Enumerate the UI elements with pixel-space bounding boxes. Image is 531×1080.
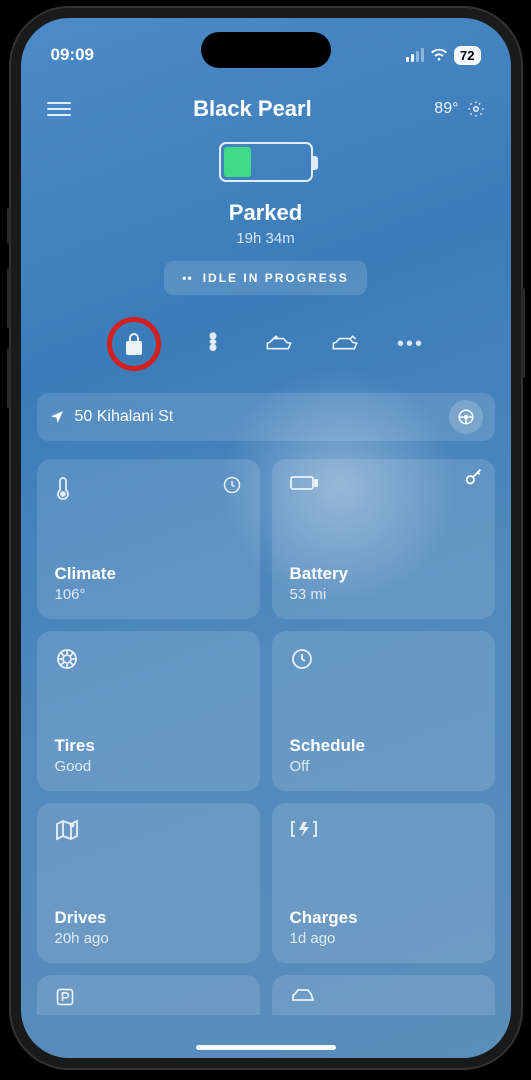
card-value: 53 mi <box>290 586 477 603</box>
tires-card[interactable]: Tires Good <box>37 631 260 791</box>
charges-card[interactable]: Charges 1d ago <box>272 803 495 963</box>
card-label: Battery <box>290 564 477 584</box>
card-label: Schedule <box>290 736 477 756</box>
signal-icon <box>406 48 424 62</box>
home-indicator[interactable] <box>196 1045 336 1050</box>
card-grid: Climate 106° Battery 53 mi <box>21 441 511 1015</box>
thermometer-icon <box>55 475 71 501</box>
battery-icon <box>290 475 318 491</box>
temp-gear[interactable]: 89° <box>434 100 484 118</box>
phone-side-button <box>7 268 11 328</box>
card-value: 106° <box>55 586 242 603</box>
more-icon[interactable]: ••• <box>397 330 425 358</box>
map-icon <box>55 819 79 841</box>
menu-icon[interactable] <box>47 98 71 120</box>
battery-fill <box>224 147 251 177</box>
schedule-card[interactable]: Schedule Off <box>272 631 495 791</box>
steering-wheel-button[interactable] <box>449 400 483 434</box>
lock-icon[interactable] <box>120 330 148 358</box>
car-title: Black Pearl <box>71 96 435 122</box>
ellipsis-icon: •• <box>182 271 192 285</box>
tire-icon <box>55 647 79 671</box>
card-value: 20h ago <box>55 930 242 947</box>
phone-side-button <box>7 208 11 244</box>
card-value: Good <box>55 758 242 775</box>
address-row[interactable]: 50 Kihalani St <box>37 393 495 441</box>
outside-temp: 89° <box>434 100 458 118</box>
idle-label: IDLE IN PROGRESS <box>203 271 349 285</box>
idle-chip[interactable]: •• IDLE IN PROGRESS <box>164 261 366 295</box>
quick-actions: ••• <box>21 317 511 371</box>
highlight-circle <box>107 317 161 371</box>
card-label: Drives <box>55 908 242 928</box>
car-state-duration: 19h 34m <box>21 230 511 247</box>
frunk-icon[interactable] <box>265 330 293 358</box>
card-label: Climate <box>55 564 242 584</box>
card-peek[interactable] <box>272 975 495 1015</box>
screen: 09:09 72 Black Pearl 89° <box>21 18 511 1058</box>
car-state: Parked <box>21 200 511 226</box>
fan-icon[interactable] <box>199 330 227 358</box>
trunk-icon[interactable] <box>331 330 359 358</box>
card-value: Off <box>290 758 477 775</box>
charge-icon <box>290 819 318 839</box>
address-text: 50 Kihalani St <box>75 408 439 426</box>
clock-icon <box>290 647 314 671</box>
battery-graphic <box>219 142 313 182</box>
status-right: 72 <box>406 46 480 65</box>
parking-icon <box>55 987 242 1007</box>
climate-card[interactable]: Climate 106° <box>37 459 260 619</box>
phone-side-button <box>521 288 525 378</box>
gear-icon <box>467 100 485 118</box>
battery-pill: 72 <box>454 46 480 65</box>
battery-card[interactable]: Battery 53 mi <box>272 459 495 619</box>
clock-icon <box>222 475 242 501</box>
card-label: Tires <box>55 736 242 756</box>
card-value: 1d ago <box>290 930 477 947</box>
phone-side-button <box>7 348 11 408</box>
card-label: Charges <box>290 908 477 928</box>
car-icon <box>290 987 477 1005</box>
phone-frame: 09:09 72 Black Pearl 89° <box>11 8 521 1068</box>
header: Black Pearl 89° <box>21 74 511 128</box>
drives-card[interactable]: Drives 20h ago <box>37 803 260 963</box>
location-arrow-icon <box>49 409 65 425</box>
status-time: 09:09 <box>51 45 94 65</box>
card-peek[interactable] <box>37 975 260 1015</box>
dynamic-island <box>201 32 331 68</box>
wifi-icon <box>430 48 448 62</box>
